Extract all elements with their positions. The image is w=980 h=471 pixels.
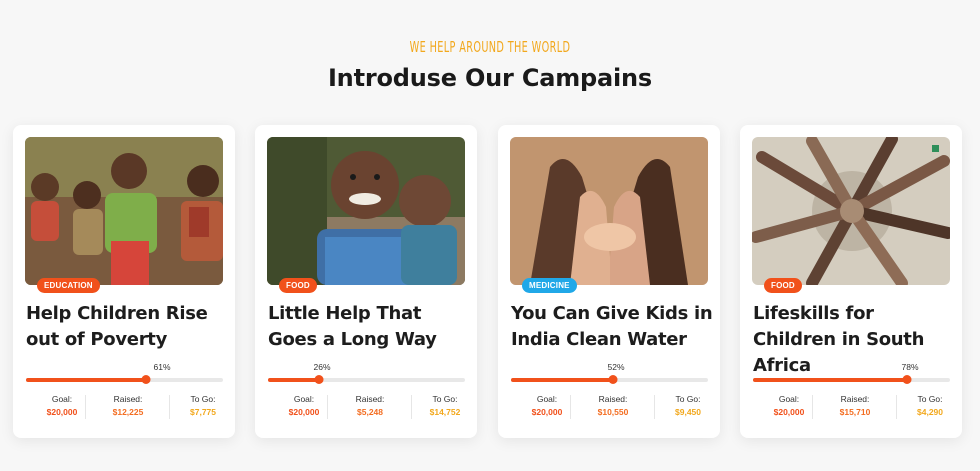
raised-label: Raised:: [355, 394, 385, 404]
progress-fill: [511, 378, 614, 382]
togo-label: To Go:: [917, 394, 943, 404]
progress-fill: [26, 378, 147, 382]
raised-label: Raised:: [840, 394, 870, 404]
togo-value: $14,752: [429, 407, 461, 417]
hands-circle-photo: [752, 137, 950, 285]
togo-label: To Go:: [190, 394, 216, 404]
campaign-title[interactable]: Lifeskills for Children in South Africa: [753, 301, 958, 379]
goal-value: $20,000: [531, 407, 563, 417]
goal-label: Goal:: [293, 394, 315, 404]
goal-label: Goal:: [51, 394, 73, 404]
children-group-photo: [25, 137, 223, 285]
togo-stat: To Go: $7,775: [166, 393, 240, 419]
smiling-boys-photo: [267, 137, 465, 285]
progress-bar: [268, 375, 465, 384]
campaign-card-list: EDUCATION Help Children Rise out of Pove…: [0, 0, 980, 471]
campaign-image[interactable]: [510, 137, 708, 285]
raised-value: $5,248: [357, 407, 383, 417]
campaign-image[interactable]: [25, 137, 223, 285]
campaign-card[interactable]: FOOD Little Help That Goes a Long Way 26…: [255, 125, 477, 438]
goal-stat: Goal: $20,000: [267, 393, 341, 419]
goal-value: $20,000: [46, 407, 78, 417]
campaign-stats: Goal: $20,000 Raised: $5,248 To Go: $14,…: [255, 393, 477, 423]
campaign-title[interactable]: Little Help That Goes a Long Way: [268, 301, 473, 353]
progress-fill: [753, 378, 907, 382]
raised-stat: Raised: $10,550: [576, 393, 650, 419]
togo-label: To Go:: [432, 394, 458, 404]
goal-stat: Goal: $20,000: [510, 393, 584, 419]
goal-label: Goal:: [778, 394, 800, 404]
goal-value: $20,000: [288, 407, 320, 417]
stat-divider: [570, 395, 571, 419]
campaign-title[interactable]: Help Children Rise out of Poverty: [26, 301, 231, 353]
campaign-card[interactable]: FOOD Lifeskills for Children in South Af…: [740, 125, 962, 438]
campaign-stats: Goal: $20,000 Raised: $12,225 To Go: $7,…: [13, 393, 235, 423]
progress-bar: [753, 375, 950, 384]
togo-value: $9,450: [675, 407, 701, 417]
progress-knob: [608, 375, 618, 384]
progress-percent: 26%: [313, 362, 331, 372]
campaign-card[interactable]: MEDICINE You Can Give Kids in India Clea…: [498, 125, 720, 438]
togo-value: $4,290: [917, 407, 943, 417]
category-tag[interactable]: FOOD: [764, 278, 802, 293]
togo-stat: To Go: $9,450: [651, 393, 725, 419]
raised-stat: Raised: $5,248: [333, 393, 407, 419]
stat-divider: [812, 395, 813, 419]
category-tag[interactable]: FOOD: [279, 278, 317, 293]
goal-stat: Goal: $20,000: [752, 393, 826, 419]
campaign-image[interactable]: [752, 137, 950, 285]
progress-bar: [26, 375, 223, 384]
togo-label: To Go:: [675, 394, 701, 404]
progress-percent: 78%: [901, 362, 919, 372]
raised-value: $12,225: [112, 407, 144, 417]
progress-fill: [268, 378, 320, 382]
raised-stat: Raised: $12,225: [91, 393, 165, 419]
togo-stat: To Go: $14,752: [408, 393, 482, 419]
cupped-hands-photo: [510, 137, 708, 285]
progress-bar: [511, 375, 708, 384]
progress-percent: 52%: [607, 362, 625, 372]
progress-knob: [141, 375, 151, 384]
raised-value: $10,550: [597, 407, 629, 417]
campaign-stats: Goal: $20,000 Raised: $10,550 To Go: $9,…: [498, 393, 720, 423]
progress-knob: [902, 375, 912, 384]
togo-stat: To Go: $4,290: [893, 393, 967, 419]
raised-label: Raised:: [113, 394, 143, 404]
campaign-card[interactable]: EDUCATION Help Children Rise out of Pove…: [13, 125, 235, 438]
goal-stat: Goal: $20,000: [25, 393, 99, 419]
stat-divider: [327, 395, 328, 419]
progress-knob: [314, 375, 324, 384]
progress-percent: 61%: [153, 362, 171, 372]
raised-stat: Raised: $15,710: [818, 393, 892, 419]
raised-label: Raised:: [598, 394, 628, 404]
campaign-title[interactable]: You Can Give Kids in India Clean Water: [511, 301, 716, 353]
goal-label: Goal:: [536, 394, 558, 404]
togo-value: $7,775: [190, 407, 216, 417]
raised-value: $15,710: [839, 407, 871, 417]
goal-value: $20,000: [773, 407, 805, 417]
category-tag[interactable]: EDUCATION: [37, 278, 100, 293]
category-tag[interactable]: MEDICINE: [522, 278, 577, 293]
stat-divider: [85, 395, 86, 419]
campaign-stats: Goal: $20,000 Raised: $15,710 To Go: $4,…: [740, 393, 962, 423]
campaign-image[interactable]: [267, 137, 465, 285]
